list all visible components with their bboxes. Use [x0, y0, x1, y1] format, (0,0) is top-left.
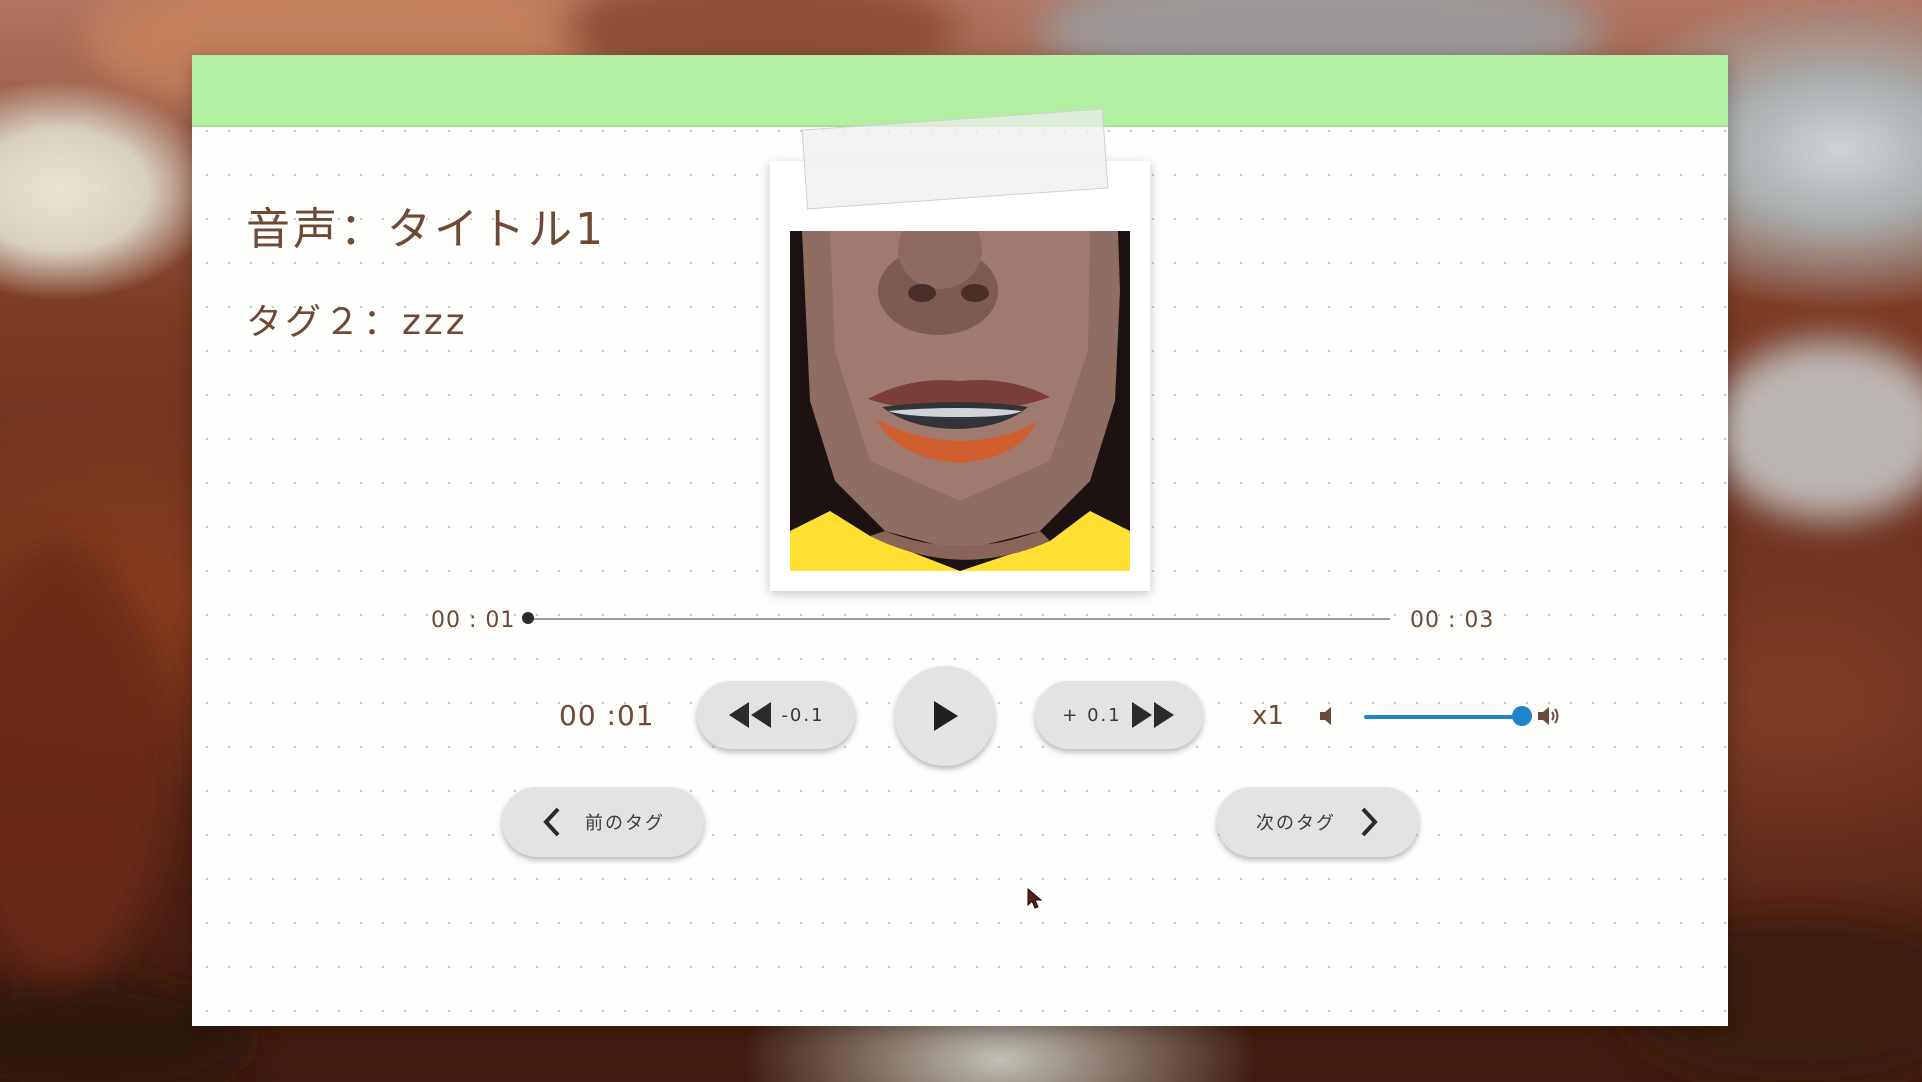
seek-end-time: 00 : 03: [1410, 608, 1495, 633]
play-icon: [934, 701, 958, 731]
volume-low-icon[interactable]: [1318, 705, 1338, 727]
next-tag-button[interactable]: 次のタグ: [1217, 787, 1419, 857]
next-tag-label: 次のタグ: [1256, 813, 1336, 834]
chevron-right-icon: [1361, 807, 1378, 837]
time-counter: 00 :01: [559, 699, 655, 732]
step-back-label: -0.1: [781, 704, 825, 726]
step-back-button[interactable]: -0.1: [697, 681, 855, 749]
seek-bar[interactable]: [528, 618, 1390, 620]
fast-forward-icon: [1131, 702, 1174, 728]
chevron-left-icon: [543, 807, 560, 837]
play-button[interactable]: [895, 666, 995, 766]
step-forward-button[interactable]: + 0.1: [1035, 681, 1203, 749]
mouth-image: [790, 231, 1130, 571]
audio-title: 音声：タイトル1: [246, 204, 606, 255]
seek-thumb[interactable]: [522, 612, 534, 624]
player-card: 音声：タイトル1 タグ２：zzz 00 : 01 00 : 03 00:01 …: [192, 55, 1728, 1026]
playback-speed[interactable]: x1: [1252, 701, 1284, 731]
mouse-cursor-icon: [1027, 888, 1043, 909]
prev-tag-label: 前のタグ: [585, 813, 665, 834]
volume-thumb[interactable]: [1512, 706, 1532, 726]
seek-current-time: 00 : 01: [431, 608, 516, 633]
card-header: [192, 55, 1728, 127]
rewind-icon: [729, 702, 772, 728]
volume-slider[interactable]: [1364, 715, 1522, 719]
volume-high-icon[interactable]: [1536, 704, 1562, 728]
step-forward-label: + 0.1: [1062, 704, 1122, 726]
photo-frame: [770, 161, 1150, 591]
tag-label: タグ２：zzz: [246, 302, 468, 343]
prev-tag-button[interactable]: 前のタグ: [502, 787, 704, 857]
